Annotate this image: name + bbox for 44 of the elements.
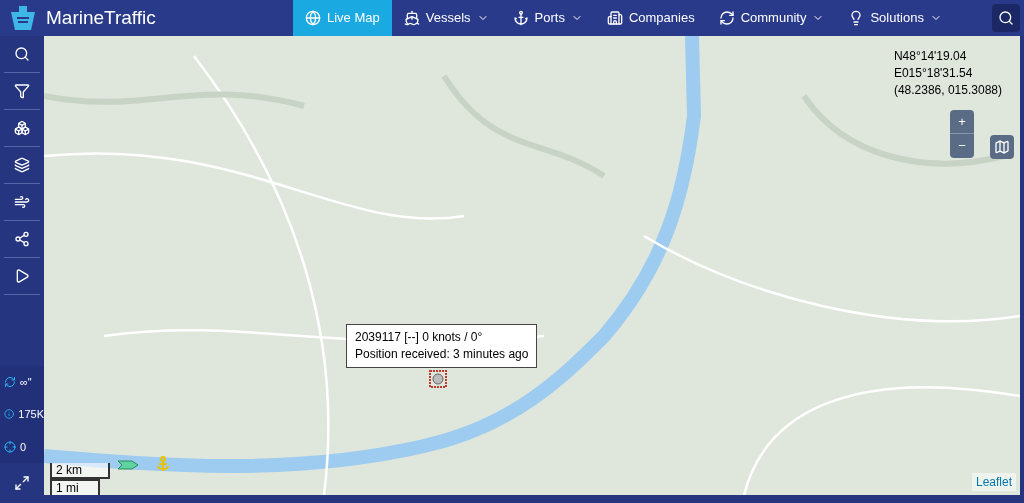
scale-bar: 1 mi: [50, 479, 100, 495]
filter-icon: [14, 83, 30, 99]
stat-value: 0: [20, 439, 27, 455]
building-icon: [606, 10, 623, 26]
nav-tab[interactable]: Solutions: [836, 0, 954, 36]
globe-icon: [305, 10, 321, 26]
fullscreen-icon: [14, 475, 30, 491]
refresh-icon: [718, 10, 735, 26]
ship-icon: [403, 10, 420, 26]
stat-value: ∞": [20, 374, 32, 390]
stat-value: 175K: [18, 407, 44, 422]
anchor-icon: [512, 10, 529, 26]
search-button[interactable]: [992, 4, 1020, 32]
vessel-marker-icon: [429, 370, 447, 388]
layers-icon: [14, 157, 30, 173]
coordinate-text: E015°18'31.54: [893, 65, 974, 82]
anchor-marker-icon: [156, 456, 170, 472]
attribution-link[interactable]: Leaflet: [971, 473, 1016, 491]
refresh-icon: [4, 375, 16, 388]
nav-tab[interactable]: Community: [706, 0, 837, 36]
map-layers-button[interactable]: [990, 135, 1014, 159]
nodes-icon: [14, 231, 30, 247]
map-icon: [994, 139, 1010, 155]
info-icon: [4, 408, 15, 421]
wind-icon: [14, 194, 30, 210]
scale-bar: 2 km: [50, 463, 110, 479]
brand-name: MarineTraffic: [46, 5, 156, 30]
crosshair-icon: [4, 440, 16, 453]
nav-tab[interactable]: Ports: [500, 0, 595, 36]
coordinate-text: N48°14'19.04: [893, 48, 968, 65]
nav-tab[interactable]: Vessels: [391, 0, 501, 36]
ship-marker-icon: [118, 460, 138, 470]
search-icon: [14, 46, 30, 62]
ship-logo-icon: [8, 4, 38, 32]
search-icon: [998, 10, 1014, 26]
tooltip-text: 2039117 [--] 0 knots / 0°: [355, 329, 484, 346]
cubes-icon: [14, 120, 30, 136]
nav-tab[interactable]: Companies: [594, 0, 707, 36]
zoom-in-button[interactable]: +: [950, 110, 974, 134]
zoom-out-button[interactable]: −: [950, 134, 974, 158]
coordinate-text: (48.2386, 015.3088): [893, 82, 1002, 99]
map-view[interactable]: N48°14'19.04 E015°18'31.54 (48.2386, 015.3088) + − 2039117 [--] 0 knots / 0° Position received: 3 minutes ago 2 km 1 mi Leaflet: [44, 36, 1020, 495]
play-icon: [14, 268, 30, 284]
tooltip-text: Position received: 3 minutes ago: [355, 346, 529, 363]
